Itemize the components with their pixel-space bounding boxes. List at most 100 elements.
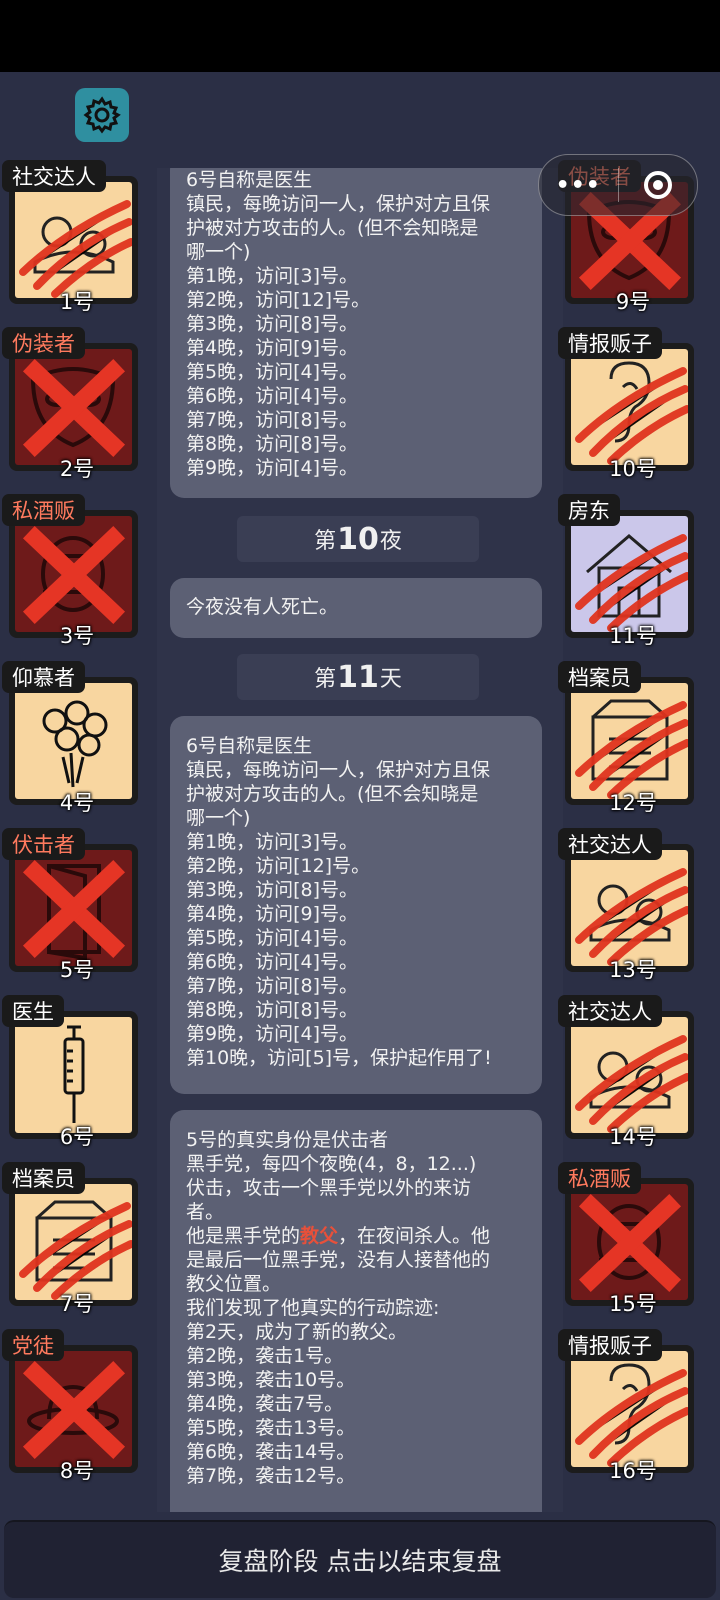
day-11-header: 第 11 天 bbox=[237, 654, 479, 700]
player-card[interactable]: 房东 11号 bbox=[558, 494, 694, 648]
role-label: 情报贩子 bbox=[558, 327, 662, 359]
log-line: 第5晚，袭击13号。 bbox=[186, 1417, 356, 1439]
log-line: 第4晚，袭击7号。 bbox=[186, 1393, 344, 1415]
player-card[interactable]: 社交达人 14号 bbox=[558, 995, 694, 1149]
log-line: 护被对方攻击的人。(但不会知晓是 bbox=[186, 783, 479, 805]
player-number: 2号 bbox=[59, 457, 95, 481]
role-tile bbox=[15, 516, 132, 632]
log-line: 第6晚，访问[4]号。 bbox=[186, 951, 359, 973]
day-suffix: 天 bbox=[379, 667, 402, 692]
player-card[interactable]: 情报贩子 10号 bbox=[558, 327, 694, 481]
more-button[interactable]: ••• bbox=[539, 155, 618, 215]
player-card[interactable]: 私酒贩 15号 bbox=[558, 1162, 694, 1316]
role-tile bbox=[15, 850, 132, 966]
role-label: 社交达人 bbox=[2, 160, 106, 192]
role-label: 私酒贩 bbox=[2, 494, 85, 526]
player-card[interactable]: 仰慕者 4号 bbox=[2, 661, 138, 815]
game-log[interactable]: 6号自称是医生 镇民，每晚访问一人，保护对方且保 护被对方攻击的人。(但不会知晓是哪… bbox=[157, 168, 563, 1512]
log-card-doctor-claim-2: 6号自称是医生 镇民，每晚访问一人，保护对方且保 护被对方攻击的人。(但不会知晓是哪… bbox=[170, 716, 542, 1094]
player-number: 6号 bbox=[59, 1125, 95, 1149]
role-tile bbox=[571, 850, 688, 966]
role-label: 党徒 bbox=[2, 1329, 64, 1361]
log-line: 第3晚，袭击10号。 bbox=[186, 1369, 356, 1391]
end-review-button[interactable]: 复盘阶段 点击以结束复盘 bbox=[4, 1520, 716, 1598]
role-label: 社交达人 bbox=[558, 995, 662, 1027]
day-number: 11 bbox=[337, 659, 379, 695]
player-number: 4号 bbox=[59, 791, 95, 815]
player-number: 3号 bbox=[59, 624, 95, 648]
godfather-highlight: 教父 bbox=[300, 1225, 339, 1247]
log-line: 黑手党，每四个夜晚(4，8，12...) bbox=[186, 1153, 477, 1175]
log-line: 第6晚，访问[4]号。 bbox=[186, 385, 359, 407]
log-line: 我们发现了他真实的行动踪迹: bbox=[186, 1297, 440, 1319]
player-card[interactable]: 情报贩子 16号 bbox=[558, 1329, 694, 1483]
close-button[interactable] bbox=[619, 155, 698, 215]
log-line: 第2晚，袭击1号。 bbox=[186, 1345, 344, 1367]
player-card[interactable]: 医生 6号 bbox=[2, 995, 138, 1149]
night-10-header: 第 10 夜 bbox=[237, 516, 479, 562]
log-line: 第5晚，访问[4]号。 bbox=[186, 361, 359, 383]
player-card[interactable]: 社交达人 13号 bbox=[558, 828, 694, 982]
role-label: 医生 bbox=[2, 995, 64, 1027]
player-card[interactable]: 档案员 12号 bbox=[558, 661, 694, 815]
role-label: 房东 bbox=[558, 494, 620, 526]
player-number: 16号 bbox=[609, 1459, 657, 1483]
player-number: 14号 bbox=[609, 1125, 657, 1149]
log-line: 者。 bbox=[186, 1201, 225, 1223]
player-number: 15号 bbox=[609, 1292, 657, 1316]
night-number: 10 bbox=[337, 521, 379, 557]
role-tile bbox=[571, 1351, 688, 1467]
settings-button[interactable] bbox=[75, 88, 129, 142]
role-tile bbox=[571, 1017, 688, 1133]
player-card[interactable]: 党徒 8号 bbox=[2, 1329, 138, 1483]
log-line: 哪一个) bbox=[186, 807, 251, 829]
log-line: 第2晚，访问[12]号。 bbox=[186, 289, 371, 311]
log-line: 第8晚，访问[8]号。 bbox=[186, 999, 359, 1021]
gears-icon bbox=[575, 868, 688, 966]
log-line: 第7晚，访问[8]号。 bbox=[186, 409, 359, 431]
log-line: 他是黑手党的教父，在夜间杀人。他 bbox=[186, 1224, 526, 1248]
day-prefix: 第 bbox=[314, 667, 337, 692]
role-label: 伏击者 bbox=[2, 828, 85, 860]
role-label: 仰慕者 bbox=[2, 661, 85, 693]
role-label: 档案员 bbox=[558, 661, 641, 693]
player-number: 9号 bbox=[615, 290, 651, 314]
role-tile bbox=[571, 349, 688, 465]
log-line: 第9晚，访问[4]号。 bbox=[186, 1023, 359, 1045]
player-card[interactable]: 私酒贩 3号 bbox=[2, 494, 138, 648]
player-card[interactable]: 伏击者 5号 bbox=[2, 828, 138, 982]
log-text: 今夜没有人死亡。 bbox=[186, 596, 339, 618]
close-miniprogram-icon bbox=[643, 171, 672, 199]
gears-icon bbox=[19, 200, 132, 298]
log-line: 镇民，每晚访问一人，保护对方且保 bbox=[186, 759, 491, 781]
role-tile bbox=[15, 1017, 132, 1133]
log-line: 伏击，攻击一个黑手党以外的来访 bbox=[186, 1177, 472, 1199]
log-line: 第2晚，访问[12]号。 bbox=[186, 855, 371, 877]
log-line: 第3晚，访问[8]号。 bbox=[186, 313, 359, 335]
player-card[interactable]: 伪装者 2号 bbox=[2, 327, 138, 481]
role-label: 档案员 bbox=[2, 1162, 85, 1194]
hat-icon bbox=[22, 1360, 126, 1460]
log-line: 第1晚，访问[3]号。 bbox=[186, 831, 359, 853]
log-line: 第7晚，访问[8]号。 bbox=[186, 975, 359, 997]
log-line: 5号的真实身份是伏击者 bbox=[186, 1129, 389, 1151]
house-icon bbox=[575, 534, 688, 632]
log-text: 他是黑手党的 bbox=[186, 1225, 301, 1247]
night-suffix: 夜 bbox=[379, 529, 402, 554]
log-line: 第5晚，访问[4]号。 bbox=[186, 927, 359, 949]
barrel-icon bbox=[22, 525, 126, 625]
role-tile bbox=[15, 182, 132, 298]
role-tile bbox=[571, 1184, 688, 1300]
role-tile bbox=[15, 349, 132, 465]
role-label: 伪装者 bbox=[2, 327, 85, 359]
log-line: 第2天，成为了新的教父。 bbox=[186, 1321, 408, 1343]
night-prefix: 第 bbox=[314, 529, 337, 554]
role-label: 情报贩子 bbox=[558, 1329, 662, 1361]
player-card[interactable]: 社交达人 1号 bbox=[2, 160, 138, 314]
end-review-button-wrap: 复盘阶段 点击以结束复盘 bbox=[0, 1516, 720, 1600]
gear-icon bbox=[83, 96, 121, 134]
ear-icon bbox=[575, 361, 688, 465]
log-line: 第10晚，访问[5]号，保护起作用了! bbox=[186, 1047, 492, 1069]
player-card[interactable]: 档案员 7号 bbox=[2, 1162, 138, 1316]
log-line: 第6晚，袭击14号。 bbox=[186, 1441, 356, 1463]
